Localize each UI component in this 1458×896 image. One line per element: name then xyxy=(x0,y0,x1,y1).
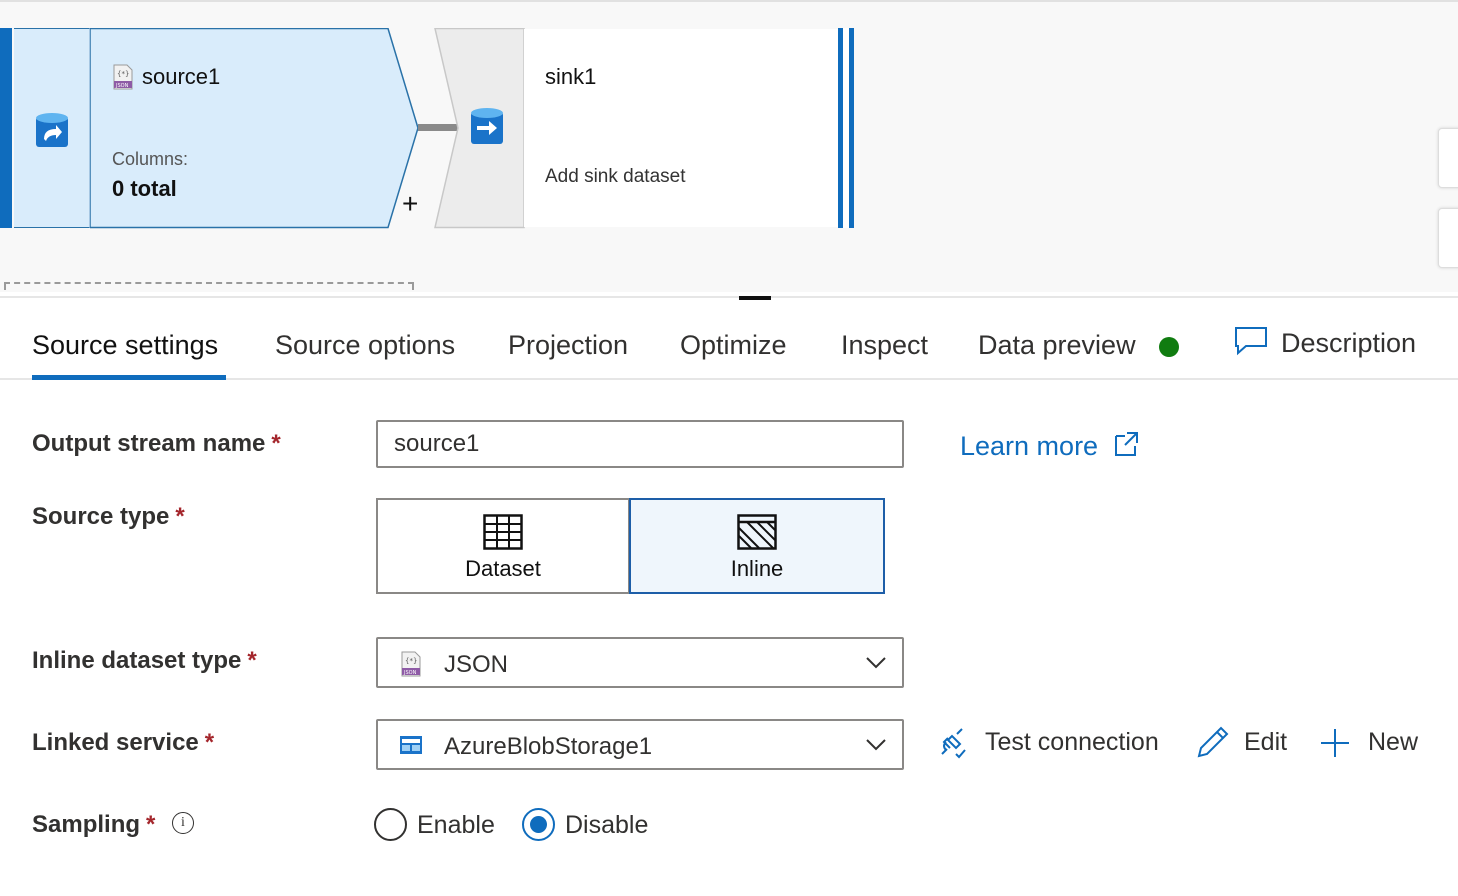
inline-dataset-type-label: Inline dataset type * xyxy=(32,647,257,675)
blob-storage-icon xyxy=(400,736,422,754)
sampling-text: Sampling xyxy=(32,811,141,838)
sink-dataset-icon xyxy=(471,108,503,144)
source-type-dataset-option[interactable]: Dataset xyxy=(376,498,630,594)
plus-icon[interactable] xyxy=(1319,727,1351,759)
required-indicator: * xyxy=(175,503,185,530)
inline-dataset-type-select[interactable]: {*} JSON JSON xyxy=(376,637,904,688)
source-node-handle[interactable] xyxy=(0,28,14,228)
sampling-label: Sampling * xyxy=(32,811,155,839)
json-file-icon: {*} JSON xyxy=(401,651,421,677)
inline-dataset-type-text: Inline dataset type xyxy=(32,647,242,674)
test-connection-button[interactable]: Test connection xyxy=(985,728,1159,757)
external-link-icon xyxy=(1114,432,1138,456)
sampling-enable-label[interactable]: Enable xyxy=(417,811,495,840)
canvas-side-button[interactable] xyxy=(1438,208,1458,268)
source-node-icon-cell[interactable] xyxy=(14,28,90,228)
sink-node-body[interactable] xyxy=(524,29,838,227)
inline-dataset-type-value: JSON xyxy=(444,651,509,678)
edit-pencil-icon[interactable] xyxy=(1195,724,1229,760)
inline-option-label: Inline xyxy=(730,556,784,581)
table-icon xyxy=(483,514,523,550)
selection-outline xyxy=(4,282,414,290)
required-indicator: * xyxy=(271,430,281,457)
new-button[interactable]: New xyxy=(1368,728,1418,757)
dataflow-canvas[interactable]: {*} JSON source1 Columns: 0 total + sink… xyxy=(0,0,1458,292)
tab-projection[interactable]: Projection xyxy=(508,330,628,361)
source-dataset-icon xyxy=(36,113,68,147)
info-icon[interactable]: i xyxy=(172,812,194,834)
test-connection-icon[interactable] xyxy=(936,726,970,760)
output-stream-name-label: Output stream name * xyxy=(32,430,281,458)
svg-text:JSON: JSON xyxy=(115,83,129,89)
data-preview-status-dot xyxy=(1159,337,1179,357)
svg-text:{*}: {*} xyxy=(405,657,417,665)
tab-inspect[interactable]: Inspect xyxy=(841,330,928,361)
sampling-disable-label[interactable]: Disable xyxy=(565,811,648,840)
source-type-inline-option[interactable]: Inline xyxy=(629,498,885,594)
output-stream-name-input[interactable] xyxy=(376,420,904,468)
learn-more-link[interactable]: Learn more xyxy=(960,430,1140,462)
panel-divider xyxy=(0,296,1458,298)
source-type-text: Source type xyxy=(32,503,170,530)
sink-node-title: sink1 xyxy=(545,64,597,89)
tab-data-preview[interactable]: Data preview xyxy=(978,330,1136,361)
json-file-icon: {*} JSON xyxy=(113,64,133,90)
source-type-label: Source type * xyxy=(32,503,185,531)
tab-optimize[interactable]: Optimize xyxy=(680,330,787,361)
chevron-down-icon xyxy=(866,657,886,669)
edit-button[interactable]: Edit xyxy=(1244,728,1287,757)
linked-service-select[interactable]: AzureBlobStorage1 xyxy=(376,719,904,770)
linked-service-label: Linked service * xyxy=(32,729,214,757)
learn-more-text: Learn more xyxy=(960,431,1099,461)
dataset-option-label: Dataset xyxy=(465,556,541,581)
svg-text:{*}: {*} xyxy=(117,70,129,78)
inline-hatch-icon xyxy=(737,514,777,550)
tab-source-settings[interactable]: Source settings xyxy=(32,330,218,361)
source-columns-label: Columns: xyxy=(112,149,189,169)
description-button[interactable]: Description xyxy=(1281,328,1416,359)
sink-node-subtitle: Add sink dataset xyxy=(545,166,686,187)
required-indicator: * xyxy=(204,729,215,756)
required-indicator: * xyxy=(247,647,257,674)
chevron-down-icon xyxy=(866,739,886,751)
canvas-side-button[interactable] xyxy=(1438,128,1458,188)
sink-node-handle[interactable] xyxy=(838,28,854,228)
required-indicator: * xyxy=(146,811,156,838)
active-tab-indicator xyxy=(32,375,226,380)
linked-service-value: AzureBlobStorage1 xyxy=(444,733,653,760)
sampling-enable-radio[interactable] xyxy=(374,808,407,841)
linked-service-text: Linked service xyxy=(32,729,199,756)
add-transformation-button[interactable]: + xyxy=(402,190,418,218)
svg-text:JSON: JSON xyxy=(403,670,417,676)
output-stream-name-text: Output stream name xyxy=(32,430,266,457)
comment-icon[interactable] xyxy=(1234,326,1268,356)
sampling-disable-radio[interactable] xyxy=(522,808,555,841)
source-node-title: source1 xyxy=(142,64,221,89)
tab-source-options[interactable]: Source options xyxy=(275,330,455,361)
source-columns-value: 0 total xyxy=(112,176,177,201)
